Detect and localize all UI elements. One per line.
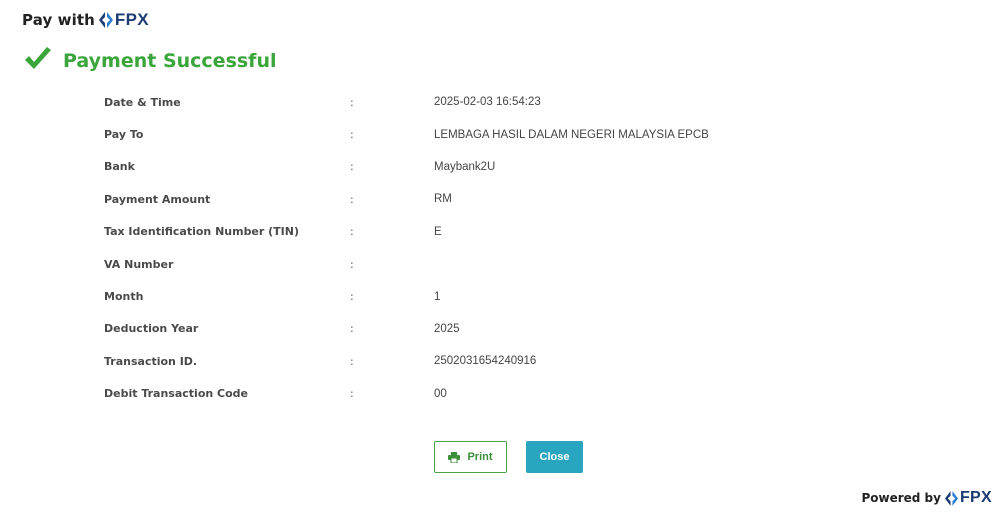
detail-separator: : bbox=[350, 225, 354, 239]
detail-value: Maybank2U bbox=[434, 160, 496, 173]
detail-label: Bank bbox=[104, 160, 135, 174]
close-button[interactable]: Close bbox=[526, 441, 583, 473]
fpx-logo-icon bbox=[98, 12, 113, 28]
fpx-logo-text: FPX bbox=[114, 10, 149, 29]
fpx-logo: FPX bbox=[98, 10, 149, 30]
detail-row-payment-amount: Payment Amount : RM bbox=[104, 183, 709, 215]
detail-value: 00 bbox=[434, 387, 447, 400]
close-button-label: Close bbox=[539, 451, 570, 463]
checkmark-icon bbox=[25, 47, 51, 69]
footer: Powered by FPX bbox=[861, 489, 992, 507]
detail-row-month: Month : 1 bbox=[104, 280, 709, 312]
footer-fpx-logo: FPX bbox=[944, 489, 992, 507]
detail-value: LEMBAGA HASIL DALAM NEGERI MALAYSIA EPCB bbox=[434, 128, 709, 141]
detail-row-date-time: Date & Time : 2025-02-03 16:54:23 bbox=[104, 86, 709, 118]
detail-separator: : bbox=[350, 192, 354, 206]
payment-status: Payment Successful bbox=[23, 46, 277, 72]
detail-value: RM bbox=[434, 193, 452, 206]
detail-label: Debit Transaction Code bbox=[104, 387, 248, 401]
detail-row-debit-transaction-code: Debit Transaction Code : 00 bbox=[104, 378, 709, 410]
detail-separator: : bbox=[350, 354, 354, 368]
detail-row-deduction-year: Deduction Year : 2025 bbox=[104, 313, 709, 345]
detail-value: 2502031654240916 bbox=[434, 355, 537, 368]
detail-row-va-number: VA Number : bbox=[104, 248, 709, 280]
print-button-label: Print bbox=[467, 451, 493, 463]
detail-separator: : bbox=[350, 322, 354, 336]
detail-label: Tax Identification Number (TIN) bbox=[104, 225, 300, 239]
detail-value: 2025-02-03 16:54:23 bbox=[434, 96, 541, 109]
fpx-logo-icon bbox=[944, 490, 958, 506]
detail-label: Deduction Year bbox=[104, 322, 199, 336]
detail-label: Month bbox=[104, 290, 144, 304]
detail-label: VA Number bbox=[104, 257, 174, 271]
detail-label: Date & Time bbox=[104, 95, 181, 109]
detail-row-pay-to: Pay To : LEMBAGA HASIL DALAM NEGERI MALA… bbox=[104, 118, 709, 150]
detail-row-tin: Tax Identification Number (TIN) : E bbox=[104, 216, 709, 248]
fpx-logo-text: FPX bbox=[959, 489, 992, 506]
action-buttons: Print Close bbox=[434, 441, 583, 473]
print-button[interactable]: Print bbox=[434, 441, 507, 473]
detail-label: Transaction ID. bbox=[104, 354, 198, 368]
pay-with-label: Pay with bbox=[22, 11, 95, 29]
transaction-details: Date & Time : 2025-02-03 16:54:23 Pay To… bbox=[104, 86, 709, 410]
detail-label: Payment Amount bbox=[104, 192, 211, 206]
powered-by-label: Powered by bbox=[861, 491, 941, 505]
detail-separator: : bbox=[350, 257, 354, 271]
detail-separator: : bbox=[350, 387, 354, 401]
detail-row-transaction-id: Transaction ID. : 2502031654240916 bbox=[104, 345, 709, 377]
detail-value: E bbox=[434, 225, 442, 238]
detail-separator: : bbox=[350, 160, 354, 174]
detail-separator: : bbox=[350, 128, 354, 142]
detail-separator: : bbox=[350, 290, 354, 304]
detail-value: 2025 bbox=[434, 322, 460, 335]
status-title: Payment Successful bbox=[63, 50, 277, 72]
detail-value: 1 bbox=[434, 290, 441, 303]
detail-label: Pay To bbox=[104, 128, 144, 142]
detail-separator: : bbox=[350, 95, 354, 109]
detail-row-bank: Bank : Maybank2U bbox=[104, 151, 709, 183]
printer-icon bbox=[448, 451, 461, 463]
header: Pay with FPX bbox=[22, 10, 149, 30]
